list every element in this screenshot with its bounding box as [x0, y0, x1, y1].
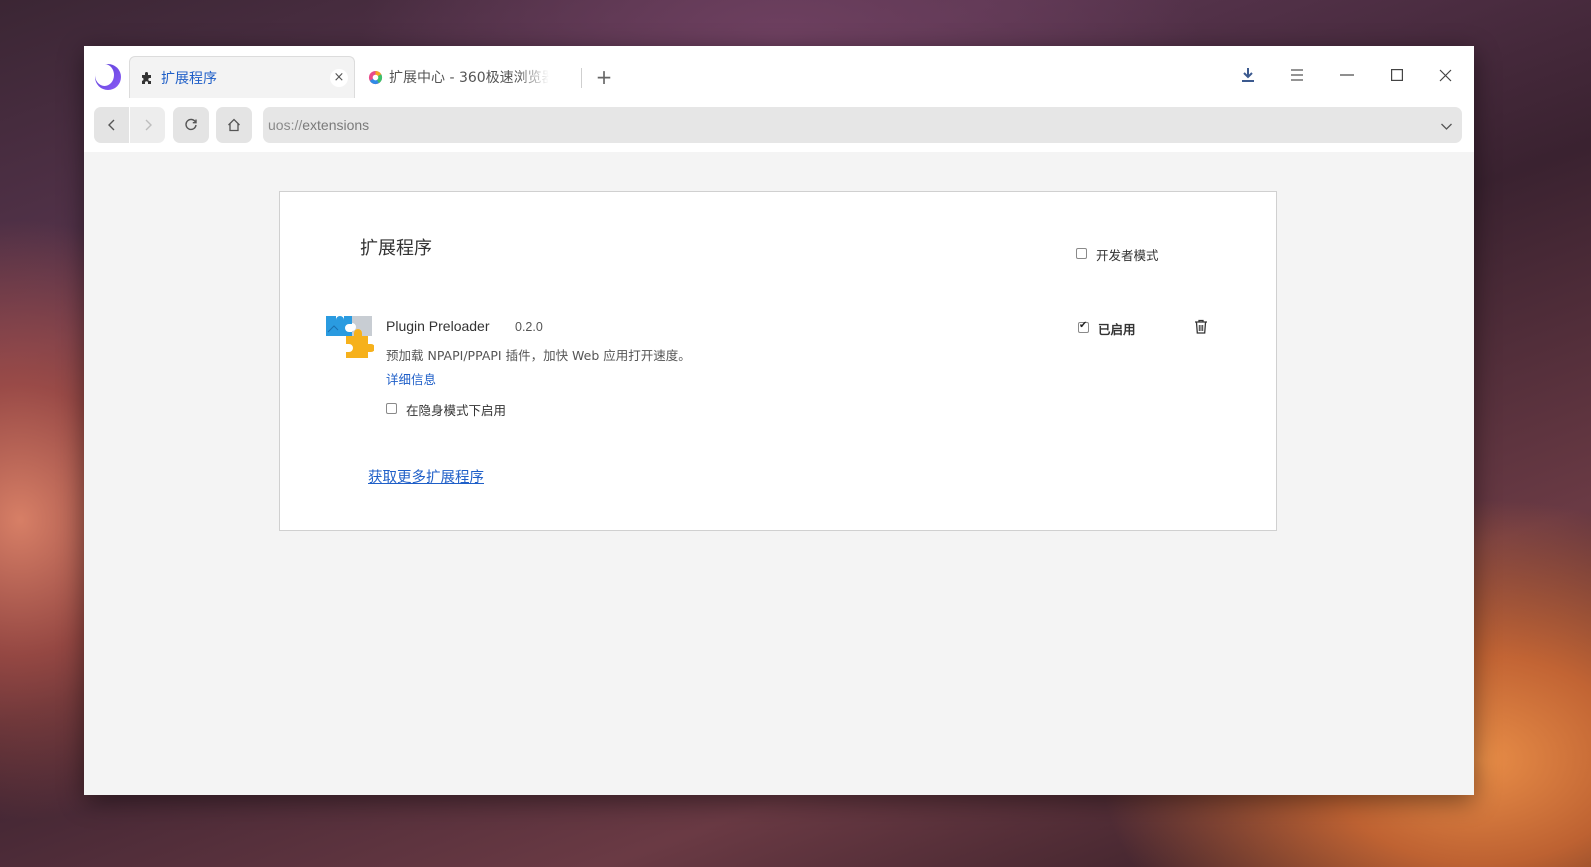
reload-button[interactable]	[173, 107, 209, 143]
browser-window: 扩展程序 × 扩展中心 - 360极速浏览器 + uos://extension…	[84, 46, 1474, 795]
new-tab-button[interactable]: +	[593, 65, 615, 89]
tab-extension-center[interactable]: 扩展中心 - 360极速浏览器	[358, 56, 582, 98]
menu-icon[interactable]	[1282, 61, 1312, 89]
navigation-toolbar: uos://extensions	[84, 98, 1474, 152]
tab-extensions[interactable]: 扩展程序 ×	[129, 56, 355, 98]
tab-extension-center-label: 扩展中心 - 360极速浏览器	[389, 70, 549, 86]
tab-extensions-label: 扩展程序	[161, 70, 217, 87]
title-bar: 扩展程序 × 扩展中心 - 360极速浏览器 +	[84, 46, 1474, 98]
get-more-extensions-link[interactable]: 获取更多扩展程序	[368, 466, 484, 487]
browser-logo-icon[interactable]	[95, 64, 121, 90]
home-button[interactable]	[216, 107, 252, 143]
extension-description: 预加载 NPAPI/PPAPI 插件，加快 Web 应用打开速度。	[386, 348, 691, 363]
extensions-panel: 扩展程序 开发者模式 Plugin Preloader 0.2.0 预加载 NP…	[279, 191, 1277, 531]
address-path: extensions	[302, 117, 370, 133]
maximize-icon[interactable]	[1382, 61, 1412, 89]
page-title: 扩展程序	[360, 238, 432, 259]
chevron-down-icon[interactable]	[1440, 118, 1453, 137]
address-url: uos://extensions	[268, 117, 369, 133]
trash-icon[interactable]	[1194, 319, 1208, 334]
extension-puzzle-icon	[326, 314, 375, 360]
developer-mode-label: 开发者模式	[1096, 248, 1159, 263]
extension-details-link[interactable]: 详细信息	[386, 369, 436, 388]
address-scheme: uos://	[268, 117, 303, 133]
extension-version: 0.2.0	[515, 320, 543, 334]
close-icon[interactable]	[1430, 61, 1460, 89]
puzzle-icon	[139, 70, 155, 86]
tab-divider	[581, 68, 582, 88]
incognito-checkbox[interactable]	[386, 403, 397, 414]
incognito-label: 在隐身模式下启用	[406, 403, 507, 418]
chrome-colorful-icon	[367, 69, 383, 85]
page-content: 扩展程序 开发者模式 Plugin Preloader 0.2.0 预加载 NP…	[84, 152, 1474, 795]
extension-name: Plugin Preloader	[386, 318, 490, 334]
back-button[interactable]	[94, 107, 129, 143]
forward-button[interactable]	[130, 107, 165, 143]
download-icon[interactable]	[1233, 61, 1263, 89]
minimize-icon[interactable]	[1332, 61, 1362, 89]
developer-mode-checkbox[interactable]	[1076, 248, 1087, 259]
extension-enabled-checkbox[interactable]	[1078, 320, 1089, 333]
address-bar[interactable]: uos://extensions	[263, 107, 1462, 143]
extension-enabled-label: 已启用	[1098, 322, 1136, 337]
tab-close-button[interactable]: ×	[330, 69, 348, 87]
